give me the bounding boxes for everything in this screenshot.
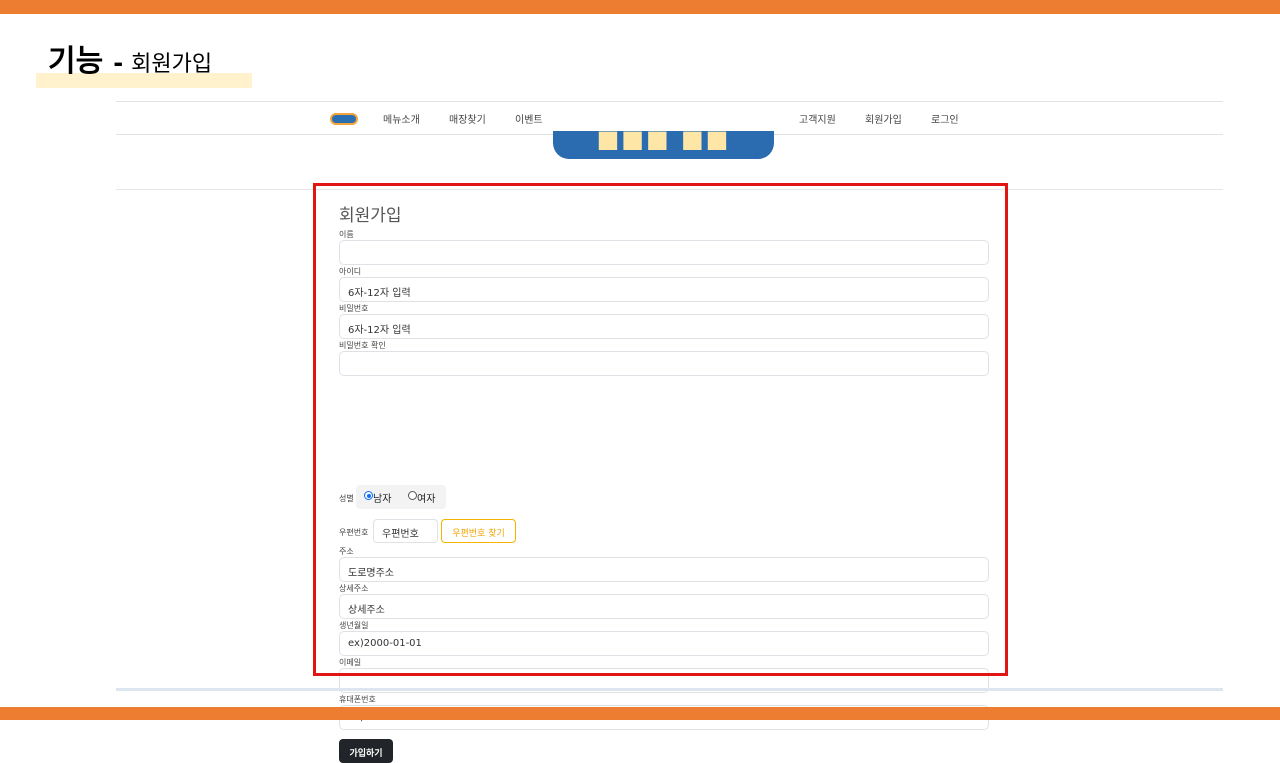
footer-divider xyxy=(116,688,1223,691)
password-input[interactable]: 6자-12자 입력 xyxy=(339,314,989,339)
nav-link-menu[interactable]: 메뉴소개 xyxy=(383,111,420,126)
slide-top-bar xyxy=(0,0,1280,14)
address-detail-label: 상세주소 xyxy=(339,584,369,593)
address-detail-input[interactable]: 상세주소 xyxy=(339,594,989,619)
id-label: 아이디 xyxy=(339,267,362,276)
zip-label: 우편번호 xyxy=(339,528,369,537)
gender-radio-group: 남자 여자 xyxy=(356,485,446,509)
banner-area: ■■■ ■■ xyxy=(116,131,1223,190)
website-screenshot: 메뉴소개 매장찾기 이벤트 고객지원 회원가입 로그인 ■■■ ■■ 회원가입 … xyxy=(116,101,1223,763)
nav-link-events[interactable]: 이벤트 xyxy=(515,111,543,126)
nav-link-signup[interactable]: 회원가입 xyxy=(865,111,902,126)
signup-submit-button[interactable]: 가입하기 xyxy=(339,739,393,763)
phone-label: 휴대폰번호 xyxy=(339,695,376,704)
email-label: 이메일 xyxy=(339,658,362,667)
slide-title: 기능 - 회원가입 xyxy=(48,36,213,79)
gender-male-radio[interactable] xyxy=(364,491,373,500)
password-label: 비밀번호 xyxy=(339,304,369,313)
birthdate-input[interactable]: ex)2000-01-01 xyxy=(339,631,989,656)
nav-link-stores[interactable]: 매장찾기 xyxy=(449,111,486,126)
id-input[interactable]: 6자-12자 입력 xyxy=(339,277,989,302)
address-label: 주소 xyxy=(339,547,354,556)
nav-logo[interactable] xyxy=(330,113,358,125)
gender-label: 성별 xyxy=(339,494,354,503)
slide-title-main: 기능 xyxy=(48,44,104,79)
slide-title-separator: - xyxy=(113,49,124,77)
gender-male-label[interactable]: 남자 xyxy=(373,490,391,505)
name-label: 이름 xyxy=(339,230,354,239)
address-input[interactable]: 도로명주소 xyxy=(339,557,989,582)
zip-input[interactable]: 우편번호 xyxy=(373,519,438,543)
gender-female-radio[interactable] xyxy=(408,491,417,500)
banner-logo-image: ■■■ ■■ xyxy=(553,131,774,159)
slide-title-sub: 회원가입 xyxy=(131,52,213,77)
nav-link-login[interactable]: 로그인 xyxy=(931,111,959,126)
password-confirm-input[interactable] xyxy=(339,351,989,376)
gender-female-label[interactable]: 여자 xyxy=(417,490,435,505)
zip-search-button[interactable]: 우편번호 찾기 xyxy=(441,519,516,543)
form-title: 회원가입 xyxy=(339,206,402,226)
navbar: 메뉴소개 매장찾기 이벤트 고객지원 회원가입 로그인 xyxy=(116,101,1223,135)
birthdate-label: 생년월일 xyxy=(339,621,369,630)
password-confirm-label: 비밀번호 확인 xyxy=(339,341,386,350)
name-input[interactable] xyxy=(339,240,989,265)
slide-bottom-bar xyxy=(0,707,1280,720)
nav-link-support[interactable]: 고객지원 xyxy=(799,111,836,126)
